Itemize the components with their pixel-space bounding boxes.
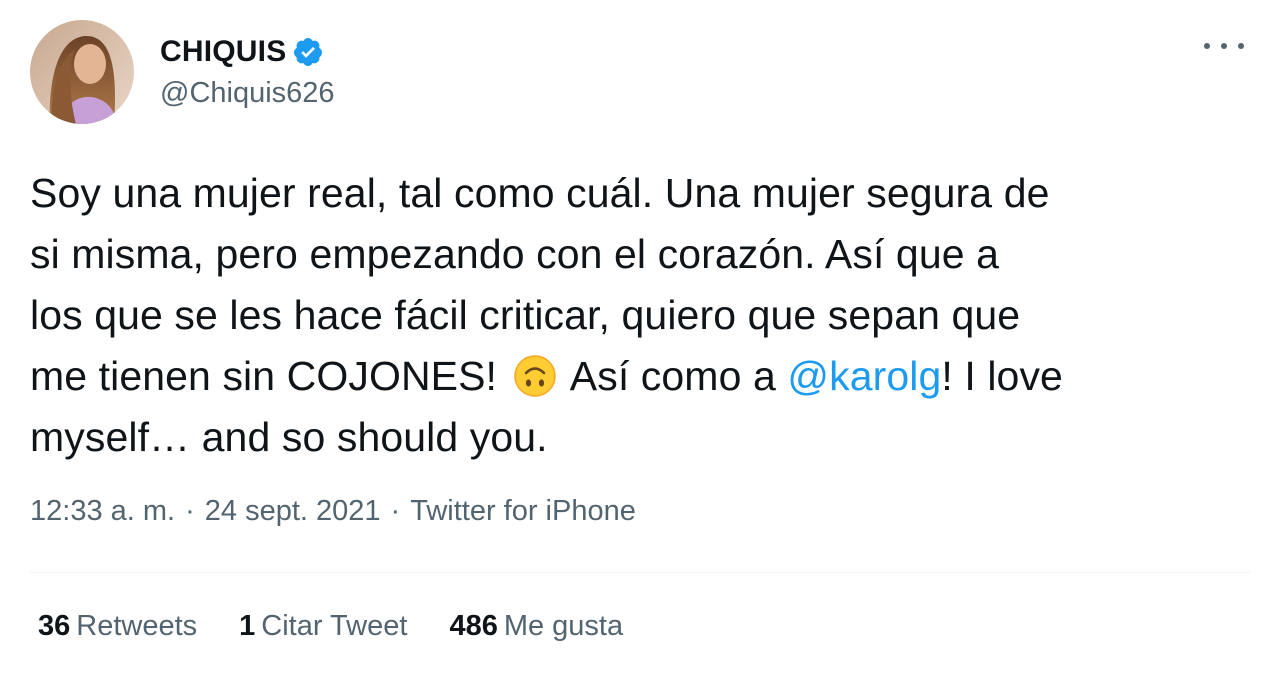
tweet-text-segment: me tienen sin COJONES! <box>30 353 498 399</box>
meta-separator: · <box>185 495 195 527</box>
retweets-stat[interactable]: 36 Retweets <box>38 610 197 643</box>
likes-label: Me gusta <box>503 610 624 642</box>
likes-count: 486 <box>449 610 498 642</box>
quotes-stat[interactable]: 1 Citar Tweet <box>239 610 407 643</box>
tweet-line: si misma, pero empezando con el corazón.… <box>30 231 1000 277</box>
author-names: CHIQUIS @Chiquis626 <box>160 35 335 110</box>
tweet-meta: 12:33 a. m. · 24 sept. 2021 · Twitter fo… <box>30 495 636 528</box>
more-options-icon[interactable] <box>1204 36 1244 56</box>
tweet-line: me tienen sin COJONES! Así como a @karol… <box>30 346 1250 407</box>
quotes-count: 1 <box>239 610 256 642</box>
tweet-time[interactable]: 12:33 a. m. <box>30 495 175 528</box>
quotes-label: Citar Tweet <box>261 610 408 642</box>
tweet-line: Soy una mujer real, tal como cuál. Una m… <box>30 170 1050 216</box>
upside-down-face-icon <box>513 354 557 398</box>
tweet-text-segment: Así como a <box>569 353 776 399</box>
tweet-card: CHIQUIS @Chiquis626 Soy una mujer real, … <box>0 0 1280 685</box>
avatar-image <box>30 20 134 124</box>
meta-separator: · <box>390 495 401 527</box>
name-row: CHIQUIS <box>160 35 335 69</box>
author-display-name[interactable]: CHIQUIS <box>160 35 286 69</box>
tweet-stats: 36 Retweets 1 Citar Tweet 486 Me gusta <box>38 610 665 643</box>
author-handle[interactable]: @Chiquis626 <box>160 77 335 110</box>
tweet-line: los que se les hace fácil criticar, quie… <box>30 292 1021 338</box>
dot <box>1221 43 1227 49</box>
tweet-line: myself… and so should you. <box>30 414 548 460</box>
avatar[interactable] <box>30 20 134 124</box>
tweet-date[interactable]: 24 sept. 2021 <box>205 495 381 528</box>
likes-stat[interactable]: 486 Me gusta <box>449 610 623 643</box>
tweet-text: Soy una mujer real, tal como cuál. Una m… <box>30 163 1250 468</box>
retweets-label: Retweets <box>76 610 198 642</box>
tweet-text-segment: ! I love <box>941 353 1063 399</box>
dot <box>1204 43 1210 49</box>
mention-link[interactable]: @karolg <box>787 353 941 399</box>
dot <box>1238 43 1244 49</box>
verified-badge-icon <box>292 36 324 68</box>
divider <box>30 572 1250 573</box>
retweets-count: 36 <box>38 610 71 642</box>
tweet-source[interactable]: Twitter for iPhone <box>410 495 636 528</box>
tweet-header: CHIQUIS @Chiquis626 <box>30 20 335 124</box>
